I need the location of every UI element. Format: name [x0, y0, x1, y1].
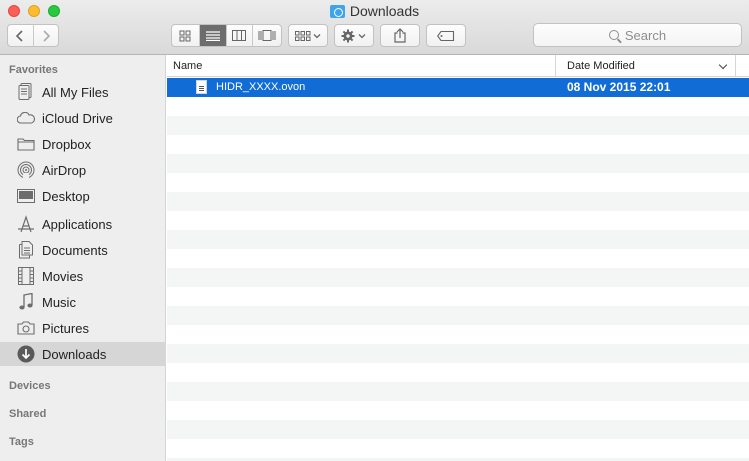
sidebar-item-label: Dropbox [42, 136, 92, 152]
chevron-right-icon [43, 29, 50, 42]
sidebar-item-label: AirDrop [42, 162, 87, 178]
film-icon [17, 267, 35, 285]
list-icon [205, 30, 220, 41]
applications-icon [17, 215, 35, 233]
column-view-button[interactable] [227, 25, 254, 46]
file-row[interactable]: HIDR_XXXX.ovon 08 Nov 2015 22:01 [167, 78, 749, 97]
view-mode-selector [171, 24, 282, 47]
sidebar-item-label: Downloads [42, 346, 107, 362]
empty-row [167, 230, 749, 249]
empty-row [167, 382, 749, 401]
empty-row [167, 173, 749, 192]
document-file-icon [196, 80, 207, 94]
sidebar-item-pictures[interactable]: Pictures [0, 316, 166, 340]
sidebar-item-documents[interactable]: Documents [0, 238, 166, 262]
empty-row [167, 420, 749, 439]
empty-row [167, 192, 749, 211]
sidebar: Favorites All My Files iCloud Drive Drop… [0, 55, 166, 461]
empty-row [167, 344, 749, 363]
gear-icon [341, 29, 366, 42]
column-header-date-modified[interactable]: Date Modified [556, 55, 736, 77]
forward-button[interactable] [34, 25, 59, 46]
sidebar-item-airdrop[interactable]: AirDrop [0, 158, 166, 182]
columns-icon [232, 30, 247, 41]
sidebar-item-label: Desktop [42, 188, 90, 204]
cover-flow-view-button[interactable] [253, 25, 281, 46]
action-button[interactable] [334, 24, 374, 47]
search-placeholder: Search [624, 27, 667, 43]
empty-row [167, 401, 749, 420]
empty-row [167, 268, 749, 287]
cloud-icon [17, 109, 35, 127]
column-header-name[interactable]: Name [167, 55, 556, 77]
back-button[interactable] [8, 25, 34, 46]
list-view-button[interactable] [199, 25, 227, 46]
file-date-modified: 08 Nov 2015 22:01 [567, 80, 671, 94]
empty-row [167, 97, 749, 116]
empty-row [167, 325, 749, 344]
share-icon [394, 28, 406, 43]
downloads-folder-icon [329, 5, 345, 18]
sidebar-heading-tags[interactable]: Tags [9, 436, 34, 448]
grid-icon [179, 30, 191, 41]
edit-tags-button[interactable] [426, 24, 466, 47]
chevron-left-icon [16, 29, 23, 42]
documents-icon [17, 241, 35, 259]
cover-flow-icon [258, 30, 276, 41]
search-icon [608, 30, 619, 40]
window-title: Downloads [0, 3, 749, 19]
folder-icon [17, 135, 35, 153]
airdrop-icon [17, 161, 35, 179]
sidebar-item-music[interactable]: Music [0, 290, 166, 314]
list-header: Name Date Modified [167, 55, 749, 77]
sidebar-heading-shared[interactable]: Shared [9, 408, 46, 420]
icon-view-button[interactable] [172, 25, 200, 46]
empty-row [167, 306, 749, 325]
empty-row [167, 135, 749, 154]
navigation-buttons [7, 24, 59, 47]
sidebar-heading-devices[interactable]: Devices [9, 380, 51, 392]
sidebar-heading-favorites: Favorites [9, 64, 58, 76]
download-icon [17, 345, 35, 363]
sidebar-item-all-my-files[interactable]: All My Files [0, 80, 166, 104]
sidebar-item-desktop[interactable]: Desktop [0, 184, 166, 208]
music-note-icon [17, 293, 35, 311]
sidebar-item-downloads[interactable]: Downloads [0, 342, 166, 366]
camera-icon [17, 319, 35, 337]
empty-row [167, 154, 749, 173]
sidebar-item-label: Pictures [42, 320, 89, 336]
sidebar-item-icloud-drive[interactable]: iCloud Drive [0, 106, 166, 130]
file-rows: HIDR_XXXX.ovon 08 Nov 2015 22:01 [167, 78, 749, 461]
sidebar-item-movies[interactable]: Movies [0, 264, 166, 288]
empty-row [167, 287, 749, 306]
empty-row [167, 116, 749, 135]
sidebar-item-dropbox[interactable]: Dropbox [0, 132, 166, 156]
sidebar-item-label: Movies [42, 268, 84, 284]
tag-icon [437, 30, 455, 41]
empty-row [167, 211, 749, 230]
share-button[interactable] [380, 24, 420, 47]
empty-row [167, 249, 749, 268]
search-field[interactable]: Search [533, 23, 742, 47]
sidebar-item-label: Applications [42, 216, 113, 232]
arrange-grid-icon [295, 30, 321, 41]
title-bar: Downloads Search [0, 0, 749, 55]
file-name: HIDR_XXXX.ovon [216, 81, 306, 93]
sidebar-item-label: All My Files [42, 84, 109, 100]
sidebar-item-label: iCloud Drive [42, 110, 113, 126]
empty-row [167, 363, 749, 382]
sidebar-item-applications[interactable]: Applications [0, 212, 166, 236]
sort-chevron-down-icon [718, 60, 728, 70]
sidebar-item-label: Documents [42, 242, 108, 258]
file-list: Name Date Modified HIDR_XXXX.ovon 08 Nov… [167, 55, 749, 461]
empty-row [167, 439, 749, 458]
sidebar-item-label: Music [42, 294, 76, 310]
arrange-button[interactable] [288, 24, 328, 47]
desktop-icon [17, 187, 35, 205]
all-files-icon [17, 83, 35, 101]
